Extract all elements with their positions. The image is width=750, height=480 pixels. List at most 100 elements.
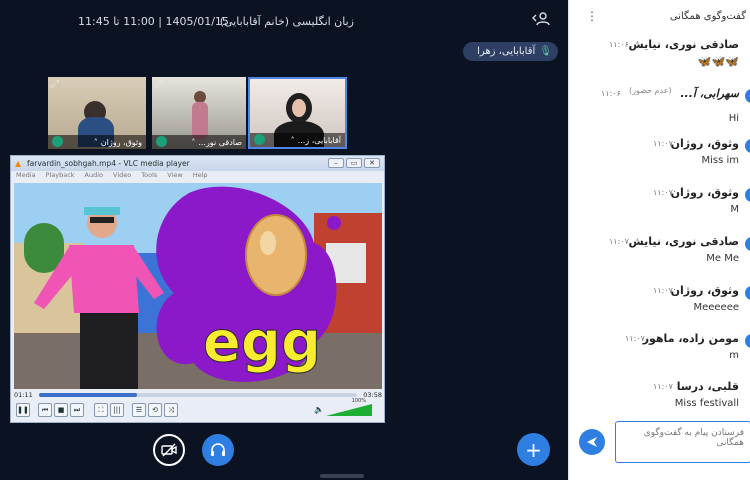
seek-track[interactable] (38, 393, 358, 397)
extended-settings-icon[interactable]: ||| (110, 403, 124, 417)
people-icon[interactable] (532, 12, 554, 32)
chat-title: گفت‌وگوی همگانی (669, 11, 746, 22)
meeting-app: زبان انگلیسی (خانم آقابابایی) 1405/01/15… (0, 0, 750, 480)
message-sender: وثوق، روژان (670, 186, 739, 199)
active-speaker-name: آقابابایی، زهرا (477, 46, 536, 57)
audio-button[interactable] (202, 434, 234, 466)
message-sender: سهرابی، آ... (680, 87, 739, 100)
audio-badge-icon (254, 134, 265, 145)
scroll-handle[interactable] (320, 474, 364, 478)
chat-message: مومن زاده، ماهور ۱۱:۰۷ m (569, 332, 750, 372)
speaker-icon[interactable]: 🔈 (314, 405, 324, 414)
message-text: M (730, 204, 739, 215)
person-chevron-icon (532, 12, 550, 26)
message-text: Meeeeee (693, 302, 739, 313)
vlc-menu-audio[interactable]: Audio (85, 171, 103, 182)
window-buttons: – ▭ ✕ (328, 158, 380, 168)
send-button[interactable] (579, 429, 605, 455)
add-button[interactable]: + (517, 433, 550, 466)
vlc-menu-tools[interactable]: Tools (141, 171, 157, 182)
meeting-datetime: 1405/01/15 | 11:00 تا 11:45 (78, 15, 229, 28)
chat-message: قلبی، درسا ۱۱:۰۷ Miss festivall (569, 380, 750, 412)
more-options-icon[interactable]: ⋮ (586, 9, 598, 23)
expand-icon[interactable]: ⤢ (155, 79, 167, 91)
participant-video-face (292, 99, 306, 117)
message-time: ۱۱:۰۷ (653, 286, 673, 295)
participant-tile[interactable]: ⤢ وثوق، روژان ˄ (48, 77, 146, 149)
vlc-menu-help[interactable]: Help (193, 171, 208, 182)
pause-icon[interactable]: ❚❚ (16, 403, 30, 417)
active-speaker-pill: 🎙 آقابابایی، زهرا (463, 42, 558, 61)
shared-vlc-window[interactable]: ▲ farvardin_sobhgah.mp4 - VLC media play… (10, 155, 385, 423)
caret-up-icon[interactable]: ˄ (191, 138, 195, 147)
avatar (745, 139, 750, 153)
previous-icon[interactable]: ⏮ (38, 403, 52, 417)
chat-message: وثوق، روژان ۱۱:۰۷ Meeeeee (569, 284, 750, 324)
chat-panel: گفت‌وگوی همگانی ⋮ صادقی نوری، نیایش ۱۱:۰… (568, 0, 750, 480)
chat-messages: صادقی نوری، نیایش ۱۱:۰۶ 🦋🦋🦋 سهرابی، آ...… (569, 30, 750, 412)
loop-icon[interactable]: ⟲ (148, 403, 162, 417)
vlc-title: farvardin_sobhgah.mp4 - VLC media player (27, 159, 190, 168)
participant-tile-active[interactable]: ⤢ آقابابایی، ز... ˄ (248, 77, 347, 149)
avatar (745, 188, 750, 202)
camera-off-icon (161, 443, 177, 457)
participant-tile[interactable]: ⤢ صادقی نور... ˄ (152, 77, 246, 149)
shuffle-icon[interactable]: ⤨ (164, 403, 178, 417)
vlc-cone-icon: ▲ (15, 159, 22, 168)
message-time: ۱۱:۰۷ (609, 237, 629, 246)
close-icon[interactable]: ✕ (364, 158, 380, 168)
vlc-controls: ❚❚ ⏮ ■ ⏭ ⛶ ||| ☰ ⟲ ⤨ 🔈 100% (14, 398, 382, 420)
caret-up-icon[interactable]: ˄ (291, 136, 295, 145)
message-text: Hi (728, 113, 739, 124)
elapsed-time: 01:11 (14, 391, 33, 399)
volume-slider[interactable] (326, 404, 372, 416)
seek-progress-fill (38, 393, 138, 397)
headphones-icon (211, 443, 225, 456)
vlc-titlebar[interactable]: ▲ farvardin_sobhgah.mp4 - VLC media play… (11, 156, 384, 171)
avatar (745, 334, 750, 348)
send-icon (587, 437, 597, 447)
mic-icon: 🎙 (539, 46, 552, 57)
message-sender: صادقی نوری، نیایش (628, 38, 739, 51)
volume-percent: 100% (351, 398, 366, 404)
message-time: ۱۱:۰۶ (609, 40, 629, 49)
message-text: Miss im (701, 155, 739, 166)
message-sender: صادقی نوری، نیایش (628, 235, 739, 248)
avatar (745, 89, 750, 103)
message-text: Me Me (706, 253, 739, 264)
message-sender: وثوق، روژان (670, 284, 739, 297)
vlc-menu-playback[interactable]: Playback (46, 171, 75, 182)
next-icon[interactable]: ⏭ (70, 403, 84, 417)
message-time: ۱۱:۰۶ (601, 89, 621, 98)
chat-message: سهرابی، آ... (عدم حضور) ۱۱:۰۶ Hi (569, 86, 750, 127)
audio-badge-icon (156, 136, 167, 147)
vlc-menu-video[interactable]: Video (113, 171, 131, 182)
message-text: m (729, 350, 739, 361)
maximize-icon[interactable]: ▭ (346, 158, 362, 168)
meeting-header: زبان انگلیسی (خانم آقابابایی) 1405/01/15… (0, 0, 568, 44)
message-sender: وثوق، روژان (670, 137, 739, 150)
vlc-seekbar: 01:11 03:58 (14, 390, 382, 400)
message-time: ۱۱:۰۷ (653, 188, 673, 197)
playlist-icon[interactable]: ☰ (132, 403, 146, 417)
expand-icon[interactable]: ⤢ (51, 79, 63, 91)
chat-composer[interactable] (615, 421, 750, 463)
vlc-menu-media[interactable]: Media (16, 171, 36, 182)
message-time: ۱۱:۰۷ (653, 139, 673, 148)
camera-off-button[interactable] (153, 434, 185, 466)
vlc-menu-view[interactable]: View (167, 171, 182, 182)
audio-badge-icon (52, 136, 63, 147)
video-word: egg (203, 310, 321, 375)
caret-up-icon[interactable]: ˄ (94, 138, 98, 147)
message-input[interactable] (616, 422, 750, 462)
expand-icon[interactable]: ⤢ (253, 81, 265, 93)
meeting-stage: زبان انگلیسی (خانم آقابابایی) 1405/01/15… (0, 0, 568, 480)
chat-message: وثوق، روژان ۱۱:۰۷ Miss im (569, 137, 750, 177)
message-time: ۱۱:۰۷ (653, 382, 673, 391)
message-sender: قلبی، درسا (676, 380, 739, 393)
vlc-video-frame[interactable]: egg (14, 183, 382, 389)
minimize-icon[interactable]: – (328, 158, 344, 168)
stop-icon[interactable]: ■ (54, 403, 68, 417)
fullscreen-icon[interactable]: ⛶ (94, 403, 108, 417)
participant-name: وثوق، روژان (100, 137, 142, 147)
